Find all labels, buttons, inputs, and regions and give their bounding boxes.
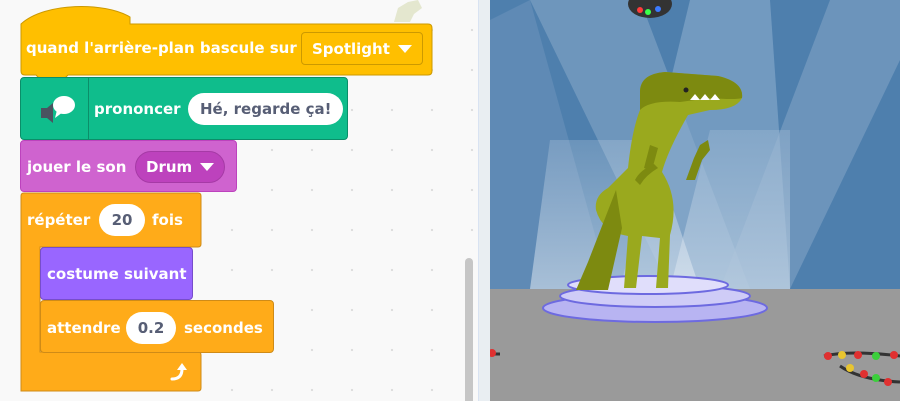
speech-bubble-icon: [37, 94, 77, 126]
backdrop-dropdown-value: Spotlight: [312, 39, 390, 58]
repeat-label: répéter: [27, 211, 91, 229]
wait-block[interactable]: attendre 0.2 secondes: [40, 300, 274, 353]
dropdown-caret-icon: [397, 44, 412, 53]
backdrop-dropdown[interactable]: Spotlight: [301, 32, 423, 65]
speak-block-label: prononcer: [94, 100, 181, 118]
when-backdrop-switches-hat-block[interactable]: quand l'arrière-plan bascule sur Spotlig…: [20, 0, 433, 77]
repeat-times-label: fois: [152, 211, 183, 229]
sound-dropdown[interactable]: Drum: [135, 151, 226, 183]
wait-label: attendre: [47, 319, 121, 337]
wait-seconds-input[interactable]: 0.2: [126, 312, 176, 344]
stage-border: [478, 0, 490, 401]
stage-scene: [490, 0, 900, 401]
wait-seconds-label: secondes: [184, 319, 263, 337]
repeat-count-input[interactable]: 20: [99, 204, 145, 236]
next-costume-block[interactable]: costume suivant: [40, 247, 193, 300]
block-divider: [88, 78, 89, 139]
code-workspace[interactable]: quand l'arrière-plan bascule sur Spotlig…: [0, 0, 478, 401]
loop-arrow-icon: [168, 363, 190, 387]
hat-block-label: quand l'arrière-plan bascule sur: [26, 39, 297, 57]
next-costume-label: costume suivant: [47, 265, 187, 283]
sound-dropdown-value: Drum: [146, 158, 193, 176]
workspace-scrollbar[interactable]: [465, 258, 473, 401]
play-sound-block[interactable]: jouer le son Drum: [20, 140, 237, 192]
dropdown-caret-icon: [200, 163, 215, 171]
speak-message-input[interactable]: Hé, regarde ça!: [188, 93, 344, 125]
stage-canvas[interactable]: [490, 0, 900, 401]
play-sound-label: jouer le son: [27, 158, 127, 176]
speak-block[interactable]: prononcer Hé, regarde ça!: [20, 77, 348, 140]
